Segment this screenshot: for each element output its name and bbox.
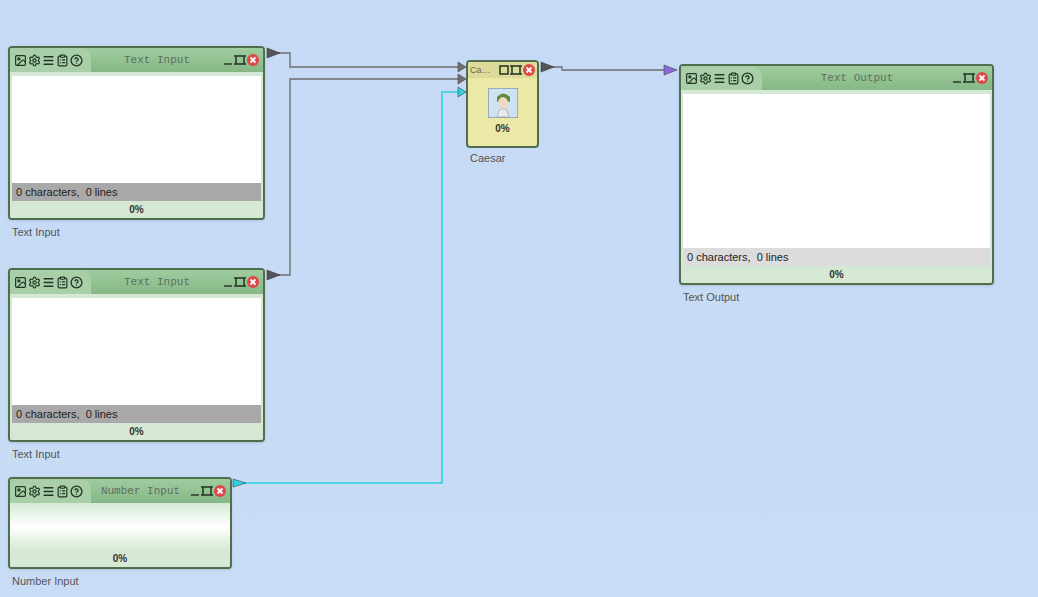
node-toolbar [681,66,762,90]
node-header: Text Input [10,48,263,72]
close-icon[interactable] [214,485,226,497]
maximize-icon[interactable] [201,485,213,497]
node-toolbar [10,479,91,503]
progress-bar: 0% [681,266,992,283]
close-icon[interactable] [523,64,535,76]
node-header: Number Input [10,479,230,503]
close-icon[interactable] [247,276,259,288]
node-label: Caesar [470,150,505,167]
settings-icon[interactable] [28,485,41,498]
progress-bar: 0% [10,201,263,218]
maximize-icon[interactable] [234,276,246,288]
log-icon[interactable] [42,54,55,67]
connection-line[interactable] [267,74,466,280]
node-label: Text Input [12,446,60,463]
number-input-node[interactable]: Number Input0%Number Input [8,477,232,569]
presentation-icon[interactable] [14,485,27,498]
progress-text: 0% [129,202,143,217]
node-title: Number Input [101,483,180,500]
settings-icon[interactable] [28,54,41,67]
status-bar: 0 characters, 0 lines [12,183,261,201]
node-title: Text Input [124,274,190,291]
progress-bar: 0% [10,423,263,440]
maximize-icon[interactable] [963,72,975,84]
workspace: Text Input 0 characters, 0 lines 0% Text In… [0,0,1038,597]
log-icon[interactable] [42,276,55,289]
close-icon[interactable] [976,72,988,84]
help-icon[interactable] [70,276,83,289]
data-icon[interactable] [727,72,740,85]
log-icon[interactable] [42,485,55,498]
plugin-header: Ca… [468,62,537,78]
plugin-node[interactable]: Ca…0%Caesar [466,60,539,148]
status-text: 0 characters, 0 lines [687,249,789,266]
text-input-node[interactable]: Text Input0 characters, 0 lines0%Text In… [8,268,265,442]
data-icon[interactable] [56,485,69,498]
node-label: Text Input [12,224,60,241]
presentation-icon[interactable] [685,72,698,85]
data-icon[interactable] [56,54,69,67]
node-label: Number Input [12,573,79,590]
status-bar: 0 characters, 0 lines [12,405,261,423]
presentation-icon[interactable] [14,276,27,289]
node-header: Text Output [681,66,992,90]
progress-text: 0% [113,551,127,566]
text-input-node[interactable]: Text Input0 characters, 0 lines0%Text In… [8,46,265,220]
status-bar: 0 characters, 0 lines [683,248,990,266]
connection-line[interactable] [233,87,466,487]
progress-text: 0% [829,267,843,282]
node-label: Text Output [683,289,739,306]
progress-text: 0% [129,424,143,439]
text-area[interactable] [683,94,990,248]
status-text: 0 characters, 0 lines [16,406,118,423]
presentation-icon[interactable] [14,54,27,67]
data-icon[interactable] [56,276,69,289]
text-area[interactable] [12,298,261,405]
number-field[interactable] [10,503,230,550]
connection-line[interactable] [267,48,466,72]
maximize-icon[interactable] [234,54,246,66]
minimize-icon[interactable] [190,485,200,497]
node-title: Text Input [124,52,190,69]
help-icon[interactable] [70,485,83,498]
node-toolbar [10,270,91,294]
minimize-icon[interactable] [223,54,233,66]
progress-text: 0% [495,121,509,136]
log-icon[interactable] [713,72,726,85]
text-output-node[interactable]: Text Output0 characters, 0 lines0%Text O… [679,64,994,285]
progress-bar: 0% [10,550,230,567]
node-title: Text Output [821,70,894,87]
settings-icon[interactable] [699,72,712,85]
window-icon[interactable] [499,65,509,75]
node-header: Text Input [10,270,263,294]
node-toolbar [10,48,91,72]
maximize-icon[interactable] [510,64,522,76]
help-icon[interactable] [741,72,754,85]
minimize-icon[interactable] [952,72,962,84]
help-icon[interactable] [70,54,83,67]
close-icon[interactable] [247,54,259,66]
connection-line[interactable] [541,62,677,75]
caesar-icon [488,88,518,118]
plugin-title: Ca… [470,66,491,75]
text-area[interactable] [12,76,261,183]
settings-icon[interactable] [28,276,41,289]
status-text: 0 characters, 0 lines [16,184,118,201]
minimize-icon[interactable] [223,276,233,288]
